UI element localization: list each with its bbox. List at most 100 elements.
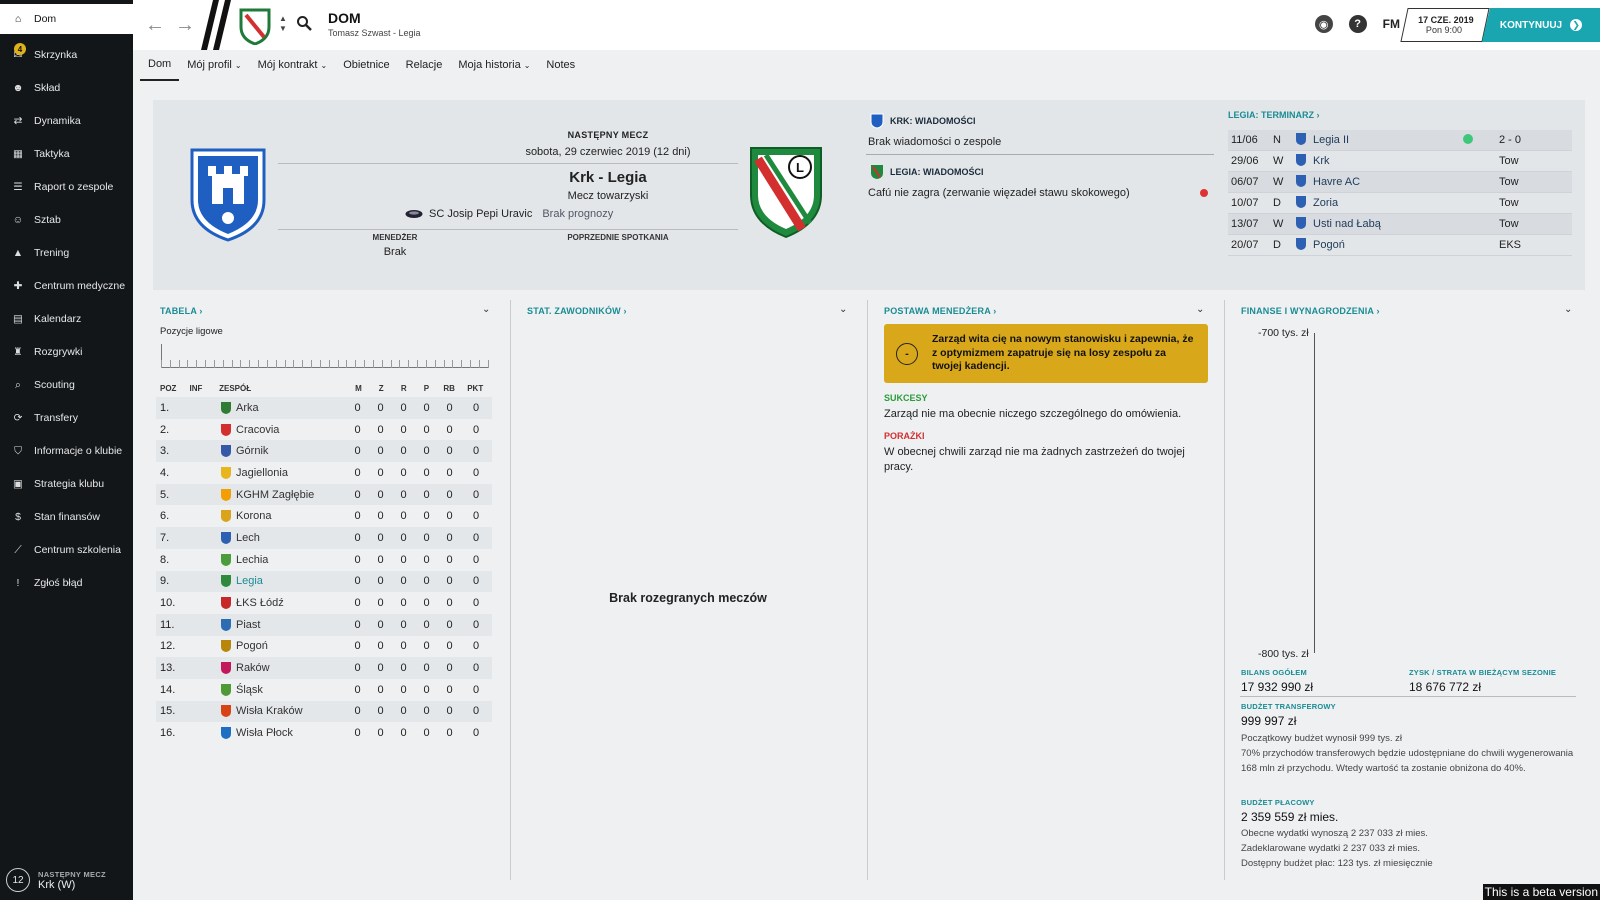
tab-mój-kontrakt[interactable]: Mój kontrakt ⌄ xyxy=(250,56,336,81)
fixtures-header[interactable]: LEGIA: TERMINARZ › xyxy=(1228,110,1320,120)
column-header[interactable]: R xyxy=(392,384,415,393)
table-row[interactable]: 4. Jagiellonia 0 0 0 0 0 0 xyxy=(156,462,492,484)
help-icon[interactable]: ? xyxy=(1348,15,1367,33)
table-widget-header[interactable]: TABELA › xyxy=(160,306,203,316)
table-row[interactable]: 9. Legia 0 0 0 0 0 0 xyxy=(156,570,492,593)
sidebar-item-squad[interactable]: ☻ Skład xyxy=(0,73,133,103)
tab-notes[interactable]: Notes xyxy=(538,56,583,81)
team-name[interactable]: Jagiellonia xyxy=(236,467,346,479)
club-switcher-arrows[interactable]: ▲ ▼ xyxy=(279,14,287,34)
continue-button[interactable]: KONTYNUUJ ❯ xyxy=(1482,8,1600,42)
sidebar-item-training[interactable]: ▲ Trening xyxy=(0,238,133,268)
fixture-row[interactable]: 10/07 D Zoria Tow xyxy=(1228,193,1572,214)
fixture-opponent[interactable]: Legia II xyxy=(1313,134,1463,146)
table-row[interactable]: 2. Cracovia 0 0 0 0 0 0 xyxy=(156,419,492,441)
team-name[interactable]: Arka xyxy=(236,402,346,414)
chevron-down-icon[interactable]: ⌄ xyxy=(1196,304,1204,315)
table-row[interactable]: 12. Pogoń 0 0 0 0 0 0 xyxy=(156,636,492,658)
table-row[interactable]: 8. Lechia 0 0 0 0 0 0 xyxy=(156,549,492,571)
fixture-row[interactable]: 06/07 W Havre AC Tow xyxy=(1228,172,1572,193)
legia-news-text[interactable]: Cafú nie zagra (zerwanie więzadeł stawu … xyxy=(868,187,1130,199)
sidebar-item-inbox[interactable]: ✉ 4 Skrzynka xyxy=(0,40,133,70)
team-name[interactable]: Lechia xyxy=(236,554,346,566)
game-date[interactable]: 17 CZE. 2019 Pon 9:00 xyxy=(1400,8,1490,42)
tab-obietnice[interactable]: Obietnice xyxy=(335,56,397,81)
chevron-down-icon[interactable]: ⌄ xyxy=(482,304,490,315)
team-name[interactable]: Cracovia xyxy=(236,424,346,436)
team-name[interactable]: Pogoń xyxy=(236,640,346,652)
team-name[interactable]: Korona xyxy=(236,510,346,522)
team-name[interactable]: Wisła Kraków xyxy=(236,705,346,717)
team-name[interactable]: Legia xyxy=(236,575,346,587)
sidebar-item-medical[interactable]: ✚ Centrum medyczne xyxy=(0,271,133,301)
sidebar-item-report[interactable]: ☰ Raport o zespole xyxy=(0,172,133,202)
table-row[interactable]: 16. Wisła Płock 0 0 0 0 0 0 xyxy=(156,722,492,744)
back-arrow-icon[interactable]: ← xyxy=(145,14,165,37)
sidebar-item-home[interactable]: ⌂ Dom xyxy=(0,4,133,34)
tab-mój-profil[interactable]: Mój profil ⌄ xyxy=(179,56,249,81)
sidebar-item-transfers[interactable]: ⟳ Transfery xyxy=(0,403,133,433)
forward-arrow-icon[interactable]: → xyxy=(175,14,195,37)
column-header[interactable]: M xyxy=(347,384,370,393)
sidebar-item-tactics[interactable]: ▦ Taktyka xyxy=(0,139,133,169)
sidebar-item-finances[interactable]: $ Stan finansów xyxy=(0,502,133,532)
team-name[interactable]: Wisła Płock xyxy=(236,727,346,739)
column-header[interactable]: POZ xyxy=(160,384,190,393)
table-row[interactable]: 11. Piast 0 0 0 0 0 0 xyxy=(156,613,492,636)
fixture-opponent[interactable]: Havre AC xyxy=(1313,176,1463,188)
search-icon[interactable] xyxy=(296,15,312,31)
column-header[interactable]: PKT xyxy=(460,384,490,393)
legia-logo-icon[interactable] xyxy=(238,7,272,45)
team-name[interactable]: KGHM Zagłębie xyxy=(236,489,346,501)
sidebar-item-bug-report[interactable]: ! Zgłoś błąd xyxy=(0,568,133,598)
table-row[interactable]: 1. Arka 0 0 0 0 0 0 xyxy=(156,397,492,419)
sidebar-item-trophy[interactable]: ♜ Rozgrywki xyxy=(0,337,133,367)
team-name[interactable]: Śląsk xyxy=(236,684,346,696)
table-row[interactable]: 5. KGHM Zagłębie 0 0 0 0 0 0 xyxy=(156,483,492,506)
table-row[interactable]: 13. Raków 0 0 0 0 0 0 xyxy=(156,657,492,679)
sidebar-item-academy[interactable]: ⟋ Centrum szkolenia xyxy=(0,535,133,565)
krk-news-header[interactable]: KRK: WIADOMOŚCI xyxy=(870,113,976,129)
tab-dom[interactable]: Dom xyxy=(140,56,180,81)
column-header[interactable]: P xyxy=(415,384,438,393)
tab-moja-historia[interactable]: Moja historia ⌄ xyxy=(450,56,538,81)
team-name[interactable]: Lech xyxy=(236,532,346,544)
team-name[interactable]: Piast xyxy=(236,619,346,631)
sidebar-item-calendar[interactable]: ▤ Kalendarz xyxy=(0,304,133,334)
tab-relacje[interactable]: Relacje xyxy=(398,56,451,81)
fixture-opponent[interactable]: Pogoń xyxy=(1313,239,1463,251)
table-row[interactable]: 7. Lech 0 0 0 0 0 0 xyxy=(156,527,492,549)
finances-header[interactable]: FINANSE I WYNAGRODZENIA › xyxy=(1241,306,1380,316)
sidebar-next-match[interactable]: 12 NASTĘPNY MECZ Krk (W) xyxy=(6,868,106,892)
table-row[interactable]: 3. Górnik 0 0 0 0 0 0 xyxy=(156,440,492,463)
column-header[interactable]: INF xyxy=(190,384,220,393)
team-name[interactable]: ŁKS Łódź xyxy=(236,597,346,609)
table-row[interactable]: 10. ŁKS Łódź 0 0 0 0 0 0 xyxy=(156,592,492,614)
chevron-down-icon[interactable]: ⌄ xyxy=(1564,304,1572,315)
column-header[interactable]: ZESPÓŁ xyxy=(219,384,347,393)
network-icon[interactable]: ◉ xyxy=(1314,15,1333,33)
fixture-opponent[interactable]: Usti nad Łabą xyxy=(1313,218,1463,230)
fixture-row[interactable]: 13/07 W Usti nad Łabą Tow xyxy=(1228,214,1572,235)
sidebar-item-staff[interactable]: ☺ Sztab xyxy=(0,205,133,235)
sidebar-item-dynamics[interactable]: ⇄ Dynamika xyxy=(0,106,133,136)
sidebar-item-scouting[interactable]: ⌕ Scouting xyxy=(0,370,133,400)
fixture-opponent[interactable]: Zoria xyxy=(1313,197,1463,209)
chevron-down-icon[interactable]: ⌄ xyxy=(839,304,847,315)
table-row[interactable]: 14. Śląsk 0 0 0 0 0 0 xyxy=(156,679,492,701)
krk-crest-icon[interactable] xyxy=(190,148,266,242)
player-stats-header[interactable]: STAT. ZAWODNIKÓW › xyxy=(527,306,627,316)
fixture-row[interactable]: 29/06 W Krk Tow xyxy=(1228,151,1572,172)
fixture-row[interactable]: 11/06 N Legia II 2 - 0 xyxy=(1228,130,1572,151)
team-name[interactable]: Górnik xyxy=(236,445,346,457)
table-row[interactable]: 6. Korona 0 0 0 0 0 0 xyxy=(156,505,492,527)
fixture-row[interactable]: 20/07 D Pogoń EKS xyxy=(1228,235,1572,256)
table-row[interactable]: 15. Wisła Kraków 0 0 0 0 0 0 xyxy=(156,700,492,723)
column-header[interactable]: RB xyxy=(438,384,461,393)
manager-stance-header[interactable]: POSTAWA MENEDŻERA › xyxy=(884,306,996,316)
sidebar-item-club-info[interactable]: ⛉ Informacje o klubie xyxy=(0,436,133,466)
sidebar-item-strategy[interactable]: ▣ Strategia klubu xyxy=(0,469,133,499)
column-header[interactable]: Z xyxy=(370,384,393,393)
stadium-name[interactable]: SC Josip Pepi Uravic xyxy=(429,208,532,220)
next-match-teams[interactable]: Krk - Legia xyxy=(380,169,836,186)
